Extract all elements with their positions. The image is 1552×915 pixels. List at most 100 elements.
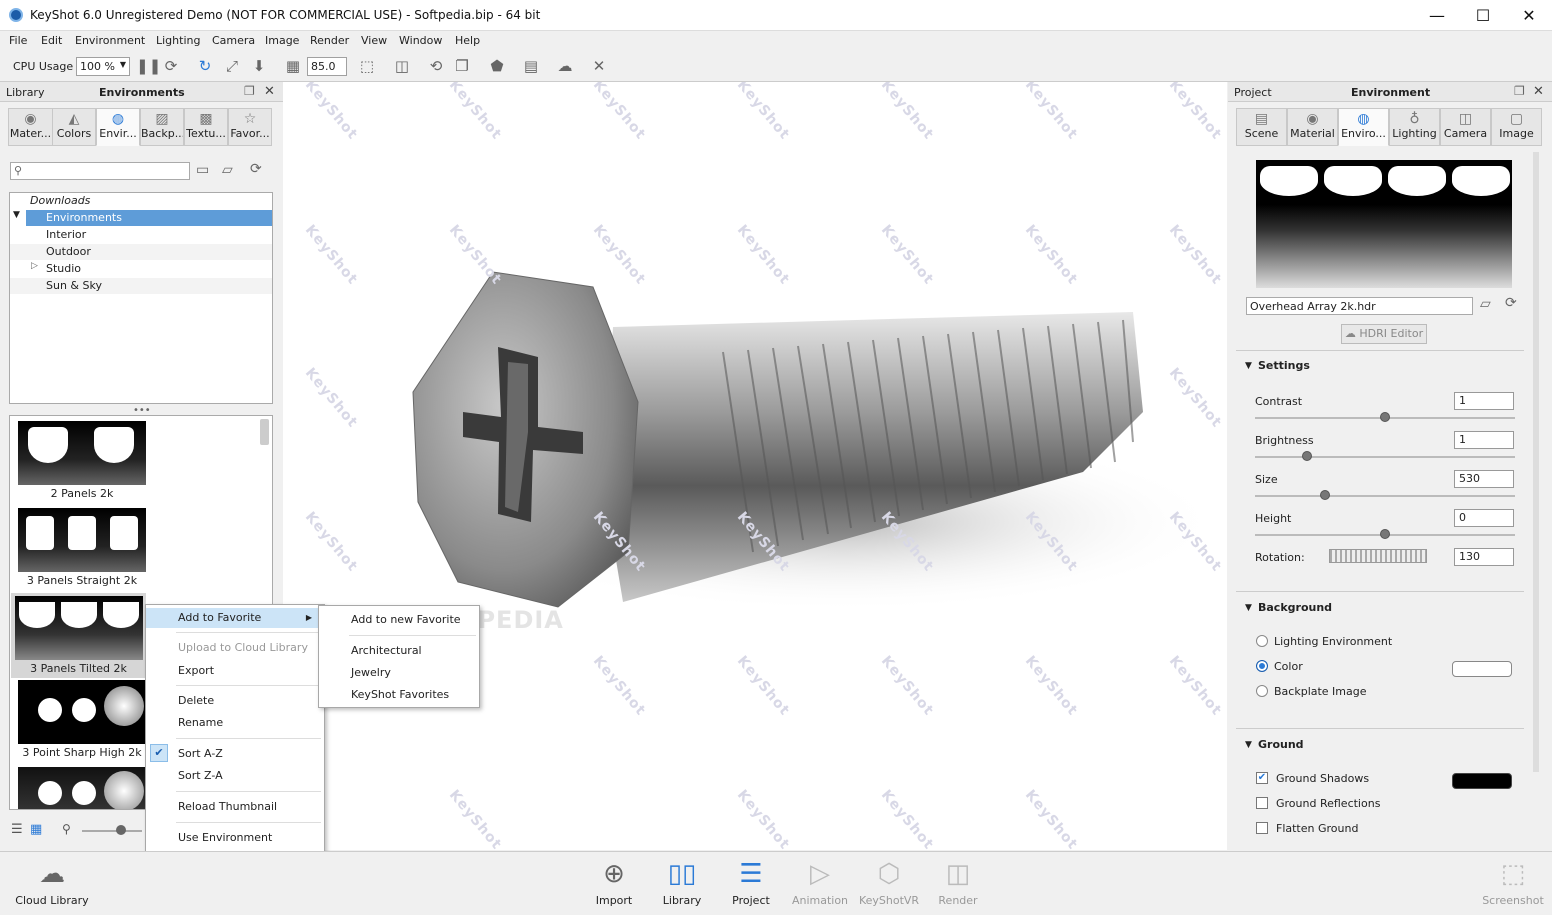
thumb-3-panels-straight[interactable]: 3 Panels Straight 2k — [14, 508, 150, 590]
project-scrollbar[interactable] — [1533, 152, 1539, 772]
thumb-size-knob[interactable] — [116, 825, 126, 835]
brightness-knob[interactable] — [1302, 451, 1312, 461]
render-button[interactable]: ◫ Render — [934, 852, 982, 915]
refresh-icon[interactable]: ⟳ — [162, 57, 180, 75]
tree-interior[interactable]: Interior — [10, 227, 272, 243]
menu-render[interactable]: Render — [310, 34, 349, 47]
menu-jewelry[interactable]: Jewelry — [319, 663, 479, 683]
copy-icon[interactable]: ❐ — [453, 57, 471, 75]
menu-image[interactable]: Image — [265, 34, 299, 47]
hdri-editor-button[interactable]: ☁ HDRI Editor — [1341, 324, 1427, 344]
ground-shadows-checkbox[interactable]: ✔ — [1256, 772, 1268, 784]
panel-close-icon[interactable]: ✕ — [264, 84, 275, 99]
tab-environment[interactable]: ◍ Enviro... — [1338, 108, 1389, 146]
tab-colors[interactable]: ◭ Colors — [52, 108, 96, 146]
reset-icon[interactable]: ↻ — [196, 57, 214, 75]
import-folder-icon[interactable]: ▱ — [222, 162, 233, 178]
thumb-3-panels-tilted[interactable]: 3 Panels Tilted 2k — [11, 593, 146, 678]
render-viewport[interactable]: KeyShot KeyShot KeyShot KeyShot KeyShot … — [283, 82, 1227, 850]
undock-icon[interactable]: ❐ — [244, 84, 255, 98]
undock-icon[interactable]: ❐ — [1514, 84, 1525, 98]
shield-icon[interactable]: ⬟ — [488, 57, 506, 75]
menu-view[interactable]: View — [361, 34, 387, 47]
menu-keyshot-favorites[interactable]: KeyShot Favorites — [319, 685, 479, 705]
grid-view-icon[interactable]: ▦ — [30, 822, 42, 837]
menu-sort-az[interactable]: Sort A-Z — [146, 744, 324, 764]
menu-camera[interactable]: Camera — [212, 34, 255, 47]
list-view-icon[interactable]: ☰ — [11, 822, 23, 837]
library-refresh-icon[interactable]: ⟳ — [250, 161, 262, 177]
tree-outdoor[interactable]: Outdoor — [10, 244, 272, 260]
menu-add-new-favorite[interactable]: Add to new Favorite — [319, 610, 479, 630]
menu-upload-cloud[interactable]: Upload to Cloud Library — [146, 638, 324, 658]
brightness-input[interactable]: 1 — [1454, 431, 1514, 449]
library-search-input[interactable]: ⚲ — [10, 162, 190, 180]
background-collapse-icon[interactable]: ▼ — [1245, 603, 1252, 613]
contrast-input[interactable]: 1 — [1454, 392, 1514, 410]
tab-scene[interactable]: ▤ Scene — [1236, 108, 1287, 146]
menu-add-to-favorite[interactable]: Add to Favorite ▶ — [146, 608, 324, 628]
menu-use-environment[interactable]: Use Environment — [146, 828, 324, 848]
rotation-dial[interactable] — [1329, 549, 1427, 563]
size-knob[interactable] — [1320, 490, 1331, 500]
thumb-next[interactable] — [14, 767, 150, 809]
add-folder-icon[interactable]: ▭ — [196, 162, 209, 178]
tab-textures[interactable]: ▩ Textu... — [184, 108, 228, 146]
keyshotvr-button[interactable]: ⬡ KeyShotVR — [858, 852, 920, 915]
tree-downloads[interactable]: Downloads — [10, 193, 272, 209]
menu-reload-thumbnail[interactable]: Reload Thumbnail — [146, 797, 324, 817]
menu-sort-za[interactable]: Sort Z-A — [146, 766, 324, 786]
cloud-library-button[interactable]: ☁ Cloud Library — [10, 852, 94, 915]
maximize-button[interactable]: ☐ — [1460, 0, 1506, 31]
height-input[interactable]: 0 — [1454, 509, 1514, 527]
pause-icon[interactable]: ❚❚ — [136, 57, 161, 75]
menu-edit[interactable]: Edit — [41, 34, 62, 47]
radio-backplate-image[interactable] — [1256, 685, 1268, 697]
drop-icon[interactable]: ⬇ — [250, 57, 268, 75]
project-button[interactable]: ☰ Project — [724, 852, 778, 915]
tab-image[interactable]: ▢ Image — [1491, 108, 1542, 146]
camera-icon[interactable]: ◫ — [393, 57, 411, 75]
close-button[interactable]: ✕ — [1506, 0, 1552, 31]
cloud-icon[interactable]: ☁ — [556, 57, 574, 75]
tab-material[interactable]: ◉ Material — [1287, 108, 1338, 146]
tree-environments[interactable]: Environments — [26, 210, 272, 226]
radio-lighting-environment[interactable] — [1256, 635, 1268, 647]
tree-studio[interactable]: Studio — [10, 261, 272, 277]
tab-backplates[interactable]: ▨ Backp... — [140, 108, 184, 146]
tools-icon[interactable]: ✕ — [590, 57, 608, 75]
tree-sun-sky[interactable]: Sun & Sky — [10, 278, 272, 294]
fov-input[interactable]: 85.0 — [307, 57, 347, 76]
size-input[interactable]: 530 — [1454, 470, 1514, 488]
thumb-size-slider[interactable] — [82, 830, 142, 832]
size-slider[interactable] — [1255, 495, 1515, 497]
hdr-refresh-icon[interactable]: ⟳ — [1505, 295, 1517, 311]
menu-window[interactable]: Window — [399, 34, 442, 47]
screenshot-button[interactable]: ⬚ Screenshot — [1480, 852, 1546, 915]
rotation-input[interactable]: 130 — [1454, 548, 1514, 566]
menu-export[interactable]: Export — [146, 661, 324, 681]
ground-collapse-icon[interactable]: ▼ — [1245, 740, 1252, 750]
brightness-slider[interactable] — [1255, 456, 1515, 458]
height-knob[interactable] — [1380, 529, 1390, 539]
layout-icon[interactable]: ▤ — [522, 57, 540, 75]
tab-camera[interactable]: ◫ Camera — [1440, 108, 1491, 146]
library-button[interactable]: ▯▯ Library — [656, 852, 708, 915]
hdr-preview[interactable] — [1256, 160, 1512, 288]
menu-delete[interactable]: Delete — [146, 691, 324, 711]
open-folder-icon[interactable]: ▱ — [1480, 296, 1491, 312]
tab-environments[interactable]: ◍ Envir... — [96, 108, 140, 146]
settings-collapse-icon[interactable]: ▼ — [1245, 361, 1252, 371]
cpu-usage-select[interactable]: 100 % ▼ — [76, 57, 130, 76]
hdr-file-field[interactable]: Overhead Array 2k.hdr — [1246, 297, 1473, 315]
animation-button[interactable]: ▷ Animation — [790, 852, 850, 915]
import-button[interactable]: ⊕ Import — [588, 852, 640, 915]
tab-materials[interactable]: ◉ Mater... — [8, 108, 53, 146]
menu-rename[interactable]: Rename — [146, 713, 324, 733]
minimize-button[interactable]: — — [1414, 0, 1460, 31]
menu-help[interactable]: Help — [455, 34, 480, 47]
menu-architectural[interactable]: Architectural — [319, 641, 479, 661]
expand-arrow-icon[interactable]: ▼ — [13, 210, 20, 220]
menu-file[interactable]: File — [9, 34, 27, 47]
rotate-icon[interactable]: ⟲ — [427, 57, 445, 75]
